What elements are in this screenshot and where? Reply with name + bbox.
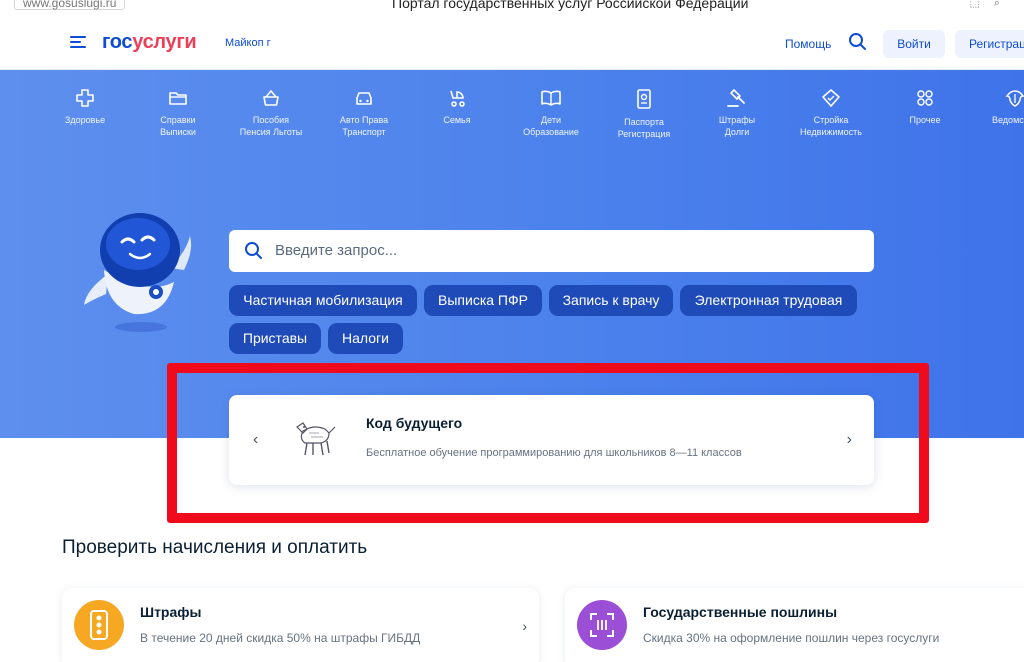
window-title: Портал государственных услуг Российской … [392,0,749,11]
category-label: Здоровье [64,115,106,125]
category-label: Пособия [252,115,290,125]
category-benefits[interactable]: Пособия Пенсия Льготы [226,88,316,138]
login-button[interactable]: Войти [883,30,945,58]
category-label: Дети [541,115,561,125]
category-certificates[interactable]: Справки Выписки [133,88,223,138]
browser-bar: www.gosuslugi.ru Портал государственных … [0,0,1024,14]
category-label: Паспорта [624,117,664,127]
category-label: Прочее [909,115,941,125]
category-label: Семья [443,115,471,125]
promo-banner[interactable]: ‹ Код будущего Бесплатное обучение прогр… [229,395,874,485]
chip-pfr-statement[interactable]: Выписка ПФР [424,285,542,316]
category-label: Недвижимость [800,127,862,137]
card-state-duties[interactable]: Государственные пошлины Скидка 30% на оф… [565,588,1024,662]
book-icon [541,90,561,106]
passport-icon [637,89,651,109]
site-header: госуслуги Майкоп г Помощь Войти Регистра… [0,14,1024,70]
category-fines[interactable]: Штрафы Долги [692,88,782,138]
category-label: Пенсия Льготы [239,127,303,137]
chip-doctor-appointment[interactable]: Запись к врачу [549,285,673,316]
banner-description: Бесплатное обучение программированию для… [366,447,742,459]
grid-icon [917,90,933,106]
card-description: В течение 20 дней скидка 50% на штрафы Г… [140,631,421,645]
logo-part-uslugi: услуги [132,31,197,53]
qr-scan-icon [577,600,627,650]
category-health[interactable]: Здоровье [40,88,130,126]
search-icon[interactable] [848,32,868,52]
section-title: Проверить начисления и оплатить [62,537,368,558]
category-label: Долги [724,127,750,137]
category-children[interactable]: Дети Образование [506,88,596,138]
menu-icon[interactable] [70,36,86,49]
category-label: Стройка [813,115,849,125]
category-agencies[interactable]: Ведомства [972,88,1024,126]
hero-section: Здоровье Справки Выписки Пособия Пенсия … [0,70,1024,438]
chip-mobilization[interactable]: Частичная мобилизация [229,285,417,316]
category-other[interactable]: Прочее [880,88,970,126]
browser-url[interactable]: www.gosuslugi.ru [14,0,126,10]
banner-next-icon[interactable]: › [847,431,852,449]
chevron-right-icon: › [522,618,527,634]
chip-electronic-workbook[interactable]: Электронная трудовая [680,285,857,316]
car-icon [356,92,372,105]
card-title: Штрафы [140,604,202,620]
folder-icon [169,92,187,105]
plus-cross-icon [76,89,94,107]
banner-prev-icon[interactable]: ‹ [253,431,258,449]
chip-bailiffs[interactable]: Приставы [229,323,321,354]
search-input[interactable]: Введите запрос... [275,242,397,259]
chip-taxes[interactable]: Налоги [328,323,403,354]
category-passports[interactable]: Паспорта Регистрация [599,88,689,140]
emblem-icon [1005,90,1024,107]
robot-mascot-icon [84,213,192,332]
help-link[interactable]: Помощь [785,37,831,51]
category-label: Регистрация [617,129,671,139]
banner-title: Код будущего [366,415,463,431]
category-label: Транспорт [342,127,386,137]
card-description: Скидка 30% на оформление пошлин через го… [643,631,940,645]
browser-controls-icon[interactable]: ⬚⌕ [969,0,1014,10]
category-label: Авто Права [339,115,389,125]
category-family[interactable]: Семья [412,88,502,126]
card-fines[interactable]: Штрафы В течение 20 дней скидка 50% на ш… [62,588,539,662]
stroller-icon [450,90,465,107]
category-label: Выписки [160,127,196,137]
register-button[interactable]: Регистрация [955,30,1024,58]
main-search-box[interactable]: Введите запрос... [229,230,874,272]
wallet-icon [263,89,279,106]
robot-dog-icon [296,422,336,456]
category-label: Справки [160,115,196,125]
house-icon [822,89,840,107]
gavel-icon [727,89,745,107]
gosuslugi-logo[interactable]: госуслуги [102,31,197,54]
traffic-light-icon [74,600,124,650]
category-construction[interactable]: Стройка Недвижимость [786,88,876,138]
category-label: Образование [523,127,579,137]
search-icon [245,242,262,259]
logo-part-gos: гос [102,31,133,53]
category-auto[interactable]: Авто Права Транспорт [319,88,409,138]
category-label: Ведомства [992,115,1024,125]
location-selector[interactable]: Майкоп г [225,37,271,49]
card-title: Государственные пошлины [643,604,838,620]
category-label: Штрафы [718,115,756,125]
